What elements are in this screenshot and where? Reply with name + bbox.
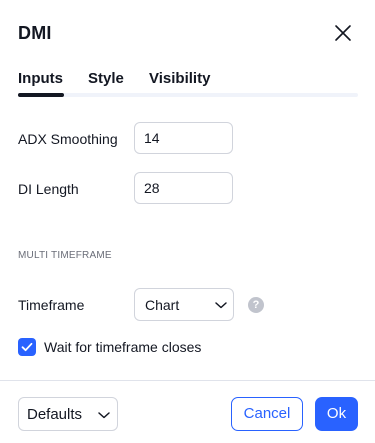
di-length-label: DI Length: [18, 181, 79, 197]
active-tab-indicator: [18, 93, 64, 97]
close-button[interactable]: [332, 22, 354, 44]
defaults-label: Defaults: [27, 406, 83, 423]
question-mark-icon[interactable]: ?: [248, 297, 264, 313]
tab-style[interactable]: Style: [88, 70, 124, 87]
tab-visibility[interactable]: Visibility: [149, 70, 210, 87]
indicator-settings-dialog: DMI Inputs Style Visibility ADX Smoothin…: [0, 0, 375, 443]
wait-for-timeframe-closes-checkbox[interactable]: [18, 338, 36, 356]
tab-bar: Inputs Style Visibility: [18, 68, 358, 98]
multi-timeframe-section-title: MULTI TIMEFRAME: [18, 250, 112, 261]
ok-button[interactable]: Ok: [315, 397, 358, 431]
checkmark-icon: [21, 342, 33, 352]
dialog-title: DMI: [18, 23, 52, 43]
timeframe-select[interactable]: Chart: [134, 288, 234, 321]
timeframe-select-value: Chart: [145, 297, 180, 313]
wait-for-timeframe-closes-label[interactable]: Wait for timeframe closes: [44, 339, 201, 355]
di-length-input[interactable]: [134, 172, 233, 204]
adx-smoothing-label: ADX Smoothing: [18, 131, 118, 147]
timeframe-label: Timeframe: [18, 297, 85, 313]
tab-track: [18, 93, 358, 97]
chevron-down-icon: [98, 412, 110, 419]
chevron-down-icon: [215, 302, 227, 309]
cancel-button[interactable]: Cancel: [231, 397, 303, 431]
tab-inputs[interactable]: Inputs: [18, 70, 63, 87]
adx-smoothing-input[interactable]: [134, 122, 233, 154]
close-icon: [335, 25, 351, 41]
footer-divider: [0, 380, 375, 381]
defaults-dropdown-button[interactable]: Defaults: [18, 397, 118, 431]
